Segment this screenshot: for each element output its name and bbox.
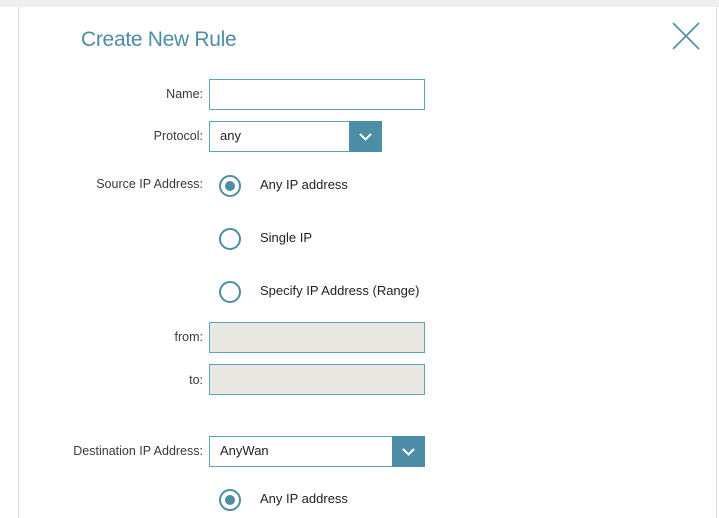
from-label: from: [174,330,203,344]
name-field[interactable] [209,79,425,110]
destination-any-ip-label: Any IP address [260,491,348,506]
dialog-top-bar [0,0,719,7]
source-single-ip-label: Single IP [260,230,313,245]
source-any-ip-label: Any IP address [260,177,348,192]
destination-any-ip-radio[interactable]: Any IP address [219,489,439,511]
source-any-ip-radio[interactable]: Any IP address [219,175,439,197]
destination-select-value: AnyWan [220,443,269,458]
protocol-label: Protocol: [153,129,203,143]
radio-unselected-icon[interactable] [219,228,241,250]
radio-dot [225,181,235,191]
protocol-select-value: any [220,128,241,143]
source-range-label: Specify IP Address (Range) [260,283,420,298]
name-label: Name: [166,87,203,101]
radio-selected-icon[interactable] [219,175,241,197]
source-ip-label: Source IP Address: [96,177,203,191]
dialog-left-border [18,7,19,518]
to-label: to: [189,373,203,387]
source-single-ip-radio[interactable]: Single IP [219,228,439,250]
radio-dot [225,495,235,505]
to-ip-field[interactable] [209,364,425,395]
dialog-right-border [716,7,717,518]
destination-ip-label: Destination IP Address: [73,444,203,458]
destination-select[interactable]: AnyWan [209,436,425,467]
source-range-radio[interactable]: Specify IP Address (Range) [219,281,479,303]
chevron-down-icon[interactable] [349,121,382,152]
close-icon[interactable] [670,20,702,52]
from-ip-field[interactable] [209,322,425,353]
dialog-title: Create New Rule [81,28,237,51]
chevron-down-icon[interactable] [392,436,425,467]
radio-unselected-icon[interactable] [219,281,241,303]
radio-selected-icon[interactable] [219,489,241,511]
protocol-select[interactable]: any [209,121,382,152]
